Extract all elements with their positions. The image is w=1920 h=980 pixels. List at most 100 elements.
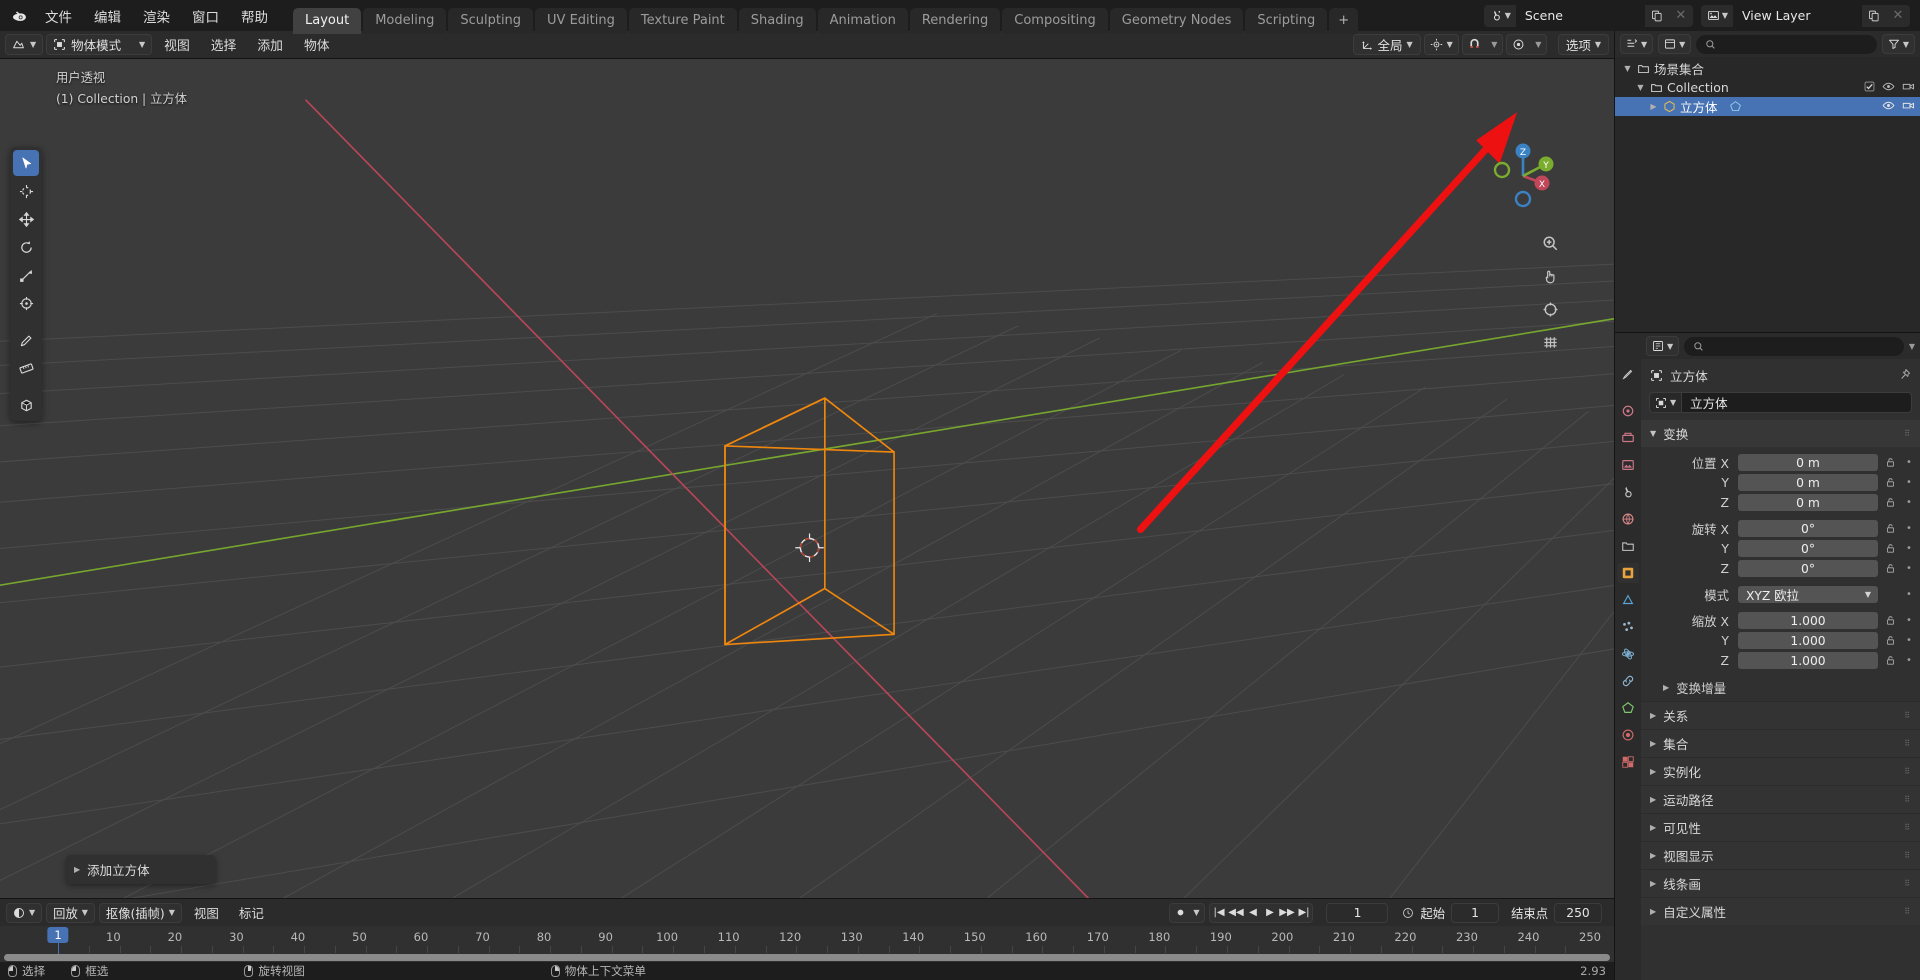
animate-property-icon[interactable]: • <box>1902 477 1916 488</box>
outliner-editor-type-selector[interactable]: ▼ <box>1620 34 1654 54</box>
frame-end-value[interactable]: 250 <box>1554 902 1602 923</box>
location-y-value[interactable]: 0 m <box>1738 474 1878 491</box>
keying-set-selector[interactable]: ▼ <box>1169 902 1206 923</box>
next-keyframe-button[interactable]: ▶▶ <box>1278 903 1295 923</box>
disclosure-triangle-icon[interactable]: ▶ <box>1648 102 1659 111</box>
view-layer-name-field[interactable]: View Layer <box>1734 4 1862 27</box>
delta-transform-subpanel[interactable]: ▶ 变换增量 <box>1641 674 1920 701</box>
outliner-row-cube[interactable]: ▶ 立方体 <box>1615 97 1920 116</box>
animate-property-icon[interactable]: • <box>1902 563 1916 574</box>
outliner-row-collection[interactable]: ▼ Collection <box>1615 78 1920 97</box>
object-type-icon[interactable]: ▼ <box>1649 392 1682 413</box>
output-tab[interactable] <box>1617 428 1639 448</box>
collection-tab[interactable] <box>1617 536 1639 556</box>
physics-tab[interactable] <box>1617 644 1639 664</box>
view-layer-icon[interactable]: ▼ <box>1700 4 1734 27</box>
disclosure-triangle-icon[interactable]: ▼ <box>1622 64 1633 73</box>
lock-icon[interactable] <box>1883 615 1897 626</box>
lock-icon[interactable] <box>1883 563 1897 574</box>
disclosure-triangle-icon[interactable]: ▼ <box>1635 83 1646 92</box>
lock-icon[interactable] <box>1883 543 1897 554</box>
transform-panel-header[interactable]: ▼ 变换 ⠿ <box>1641 420 1920 447</box>
lock-icon[interactable] <box>1883 457 1897 468</box>
menu-render[interactable]: 渲染 <box>132 3 181 29</box>
camera-icon[interactable] <box>1902 80 1915 96</box>
scale-y-value[interactable]: 1.000 <box>1738 632 1878 649</box>
tab-scripting[interactable]: Scripting <box>1245 8 1328 34</box>
panel-motion-paths[interactable]: ▶ 运动路径 ⠿ <box>1641 785 1920 813</box>
viewport-menu-add[interactable]: 添加 <box>248 33 292 56</box>
menu-help[interactable]: 帮助 <box>230 3 279 29</box>
animate-property-icon[interactable]: • <box>1902 497 1916 508</box>
animate-property-icon[interactable]: • <box>1902 543 1916 554</box>
rotate-tool-icon[interactable] <box>13 234 39 260</box>
frame-start-value[interactable]: 1 <box>1451 902 1500 923</box>
location-x-value[interactable]: 0 m <box>1738 454 1878 471</box>
pin-icon[interactable] <box>1898 368 1911 384</box>
tab-texture-paint[interactable]: Texture Paint <box>628 8 737 34</box>
operator-redo-panel[interactable]: ▶ 添加立方体 <box>66 855 216 884</box>
annotate-tool-icon[interactable] <box>13 327 39 353</box>
move-tool-icon[interactable] <box>13 206 39 232</box>
scale-x-value[interactable]: 1.000 <box>1738 612 1878 629</box>
outliner-row-scene-collection[interactable]: ▼ 场景集合 <box>1615 59 1920 78</box>
eye-icon[interactable] <box>1882 99 1895 115</box>
data-tab[interactable] <box>1617 698 1639 718</box>
properties-search-input[interactable] <box>1684 336 1904 356</box>
animate-property-icon[interactable]: • <box>1902 589 1916 600</box>
rotation-z-value[interactable]: 0° <box>1738 560 1878 577</box>
keying-menu[interactable]: 抠像(插帧) ▼ <box>98 902 182 923</box>
scene-icon[interactable]: ▼ <box>1483 4 1517 27</box>
navigation-gizmo[interactable]: Z X Y <box>1484 137 1562 215</box>
world-tab[interactable] <box>1617 509 1639 529</box>
constraints-tab[interactable] <box>1617 671 1639 691</box>
tab-rendering[interactable]: Rendering <box>909 8 1001 34</box>
playback-menu[interactable]: 回放 ▼ <box>46 902 95 923</box>
scene-name-field[interactable]: Scene <box>1516 4 1645 27</box>
modifier-tab[interactable] <box>1617 590 1639 610</box>
interaction-mode-selector[interactable]: 物体模式 ▼ <box>46 34 153 55</box>
cursor-tool-icon[interactable] <box>13 178 39 204</box>
animate-property-icon[interactable]: • <box>1902 655 1916 666</box>
tab-layout[interactable]: Layout <box>293 8 362 34</box>
3d-viewport[interactable]: 用户透视 (1) Collection | 立方体 Z X Y ▶ 添加立方体 <box>0 59 1614 898</box>
viewport-options-button[interactable]: 选项 ▼ <box>1557 34 1609 55</box>
add-workspace-button[interactable]: + <box>1329 8 1359 34</box>
timeline-menu-marker[interactable]: 标记 <box>231 901 272 924</box>
timeline-ruler[interactable]: 10 20 30 40 50 60 70 80 90 100 110 120 130 140 150 160 1… <box>0 926 1614 962</box>
view-layer-tab[interactable] <box>1617 455 1639 475</box>
frame-start-field[interactable]: 起始 1 <box>1402 902 1500 923</box>
animate-property-icon[interactable]: • <box>1902 523 1916 534</box>
outliner-tree[interactable]: ▼ 场景集合 ▼ Collection ▶ 立方体 <box>1615 57 1920 332</box>
tab-animation[interactable]: Animation <box>817 8 908 34</box>
particles-tab[interactable] <box>1617 617 1639 637</box>
camera-icon[interactable] <box>1902 99 1915 115</box>
new-scene-button[interactable] <box>1644 4 1669 27</box>
outliner-search-input[interactable] <box>1696 34 1877 54</box>
viewport-menu-object[interactable]: 物体 <box>295 33 339 56</box>
panel-collections[interactable]: ▶ 集合 ⠿ <box>1641 729 1920 757</box>
timeline-menu-view[interactable]: 视图 <box>186 901 227 924</box>
play-reverse-button[interactable]: ◀ <box>1244 903 1261 923</box>
texture-tab[interactable] <box>1617 752 1639 772</box>
scale-z-value[interactable]: 1.000 <box>1738 652 1878 669</box>
viewport-menu-view[interactable]: 视图 <box>155 33 199 56</box>
timeline-editor-type-selector[interactable]: ▼ <box>6 902 43 923</box>
lock-icon[interactable] <box>1883 655 1897 666</box>
rotation-mode-value[interactable]: XYZ 欧拉 ▼ <box>1738 586 1878 603</box>
panel-line-art[interactable]: ▶ 线条画 ⠿ <box>1641 869 1920 897</box>
falloff-chevron-icon[interactable]: ▼ <box>1531 34 1546 55</box>
panel-instancing[interactable]: ▶ 实例化 ⠿ <box>1641 757 1920 785</box>
panel-visibility[interactable]: ▶ 可见性 ⠿ <box>1641 813 1920 841</box>
outliner-display-mode-selector[interactable]: ▼ <box>1658 34 1692 54</box>
menu-edit[interactable]: 编辑 <box>83 3 132 29</box>
object-name-input[interactable]: 立方体 <box>1681 392 1912 413</box>
material-tab[interactable] <box>1617 725 1639 745</box>
lock-icon[interactable] <box>1883 477 1897 488</box>
remove-view-layer-button[interactable]: ✕ <box>1886 4 1910 27</box>
animate-property-icon[interactable]: • <box>1902 635 1916 646</box>
proportional-edit-icon[interactable] <box>1507 34 1531 55</box>
tool-tab[interactable] <box>1617 364 1639 384</box>
checkbox-icon[interactable] <box>1864 80 1875 95</box>
frame-end-field[interactable]: 结束点 250 <box>1511 902 1602 923</box>
